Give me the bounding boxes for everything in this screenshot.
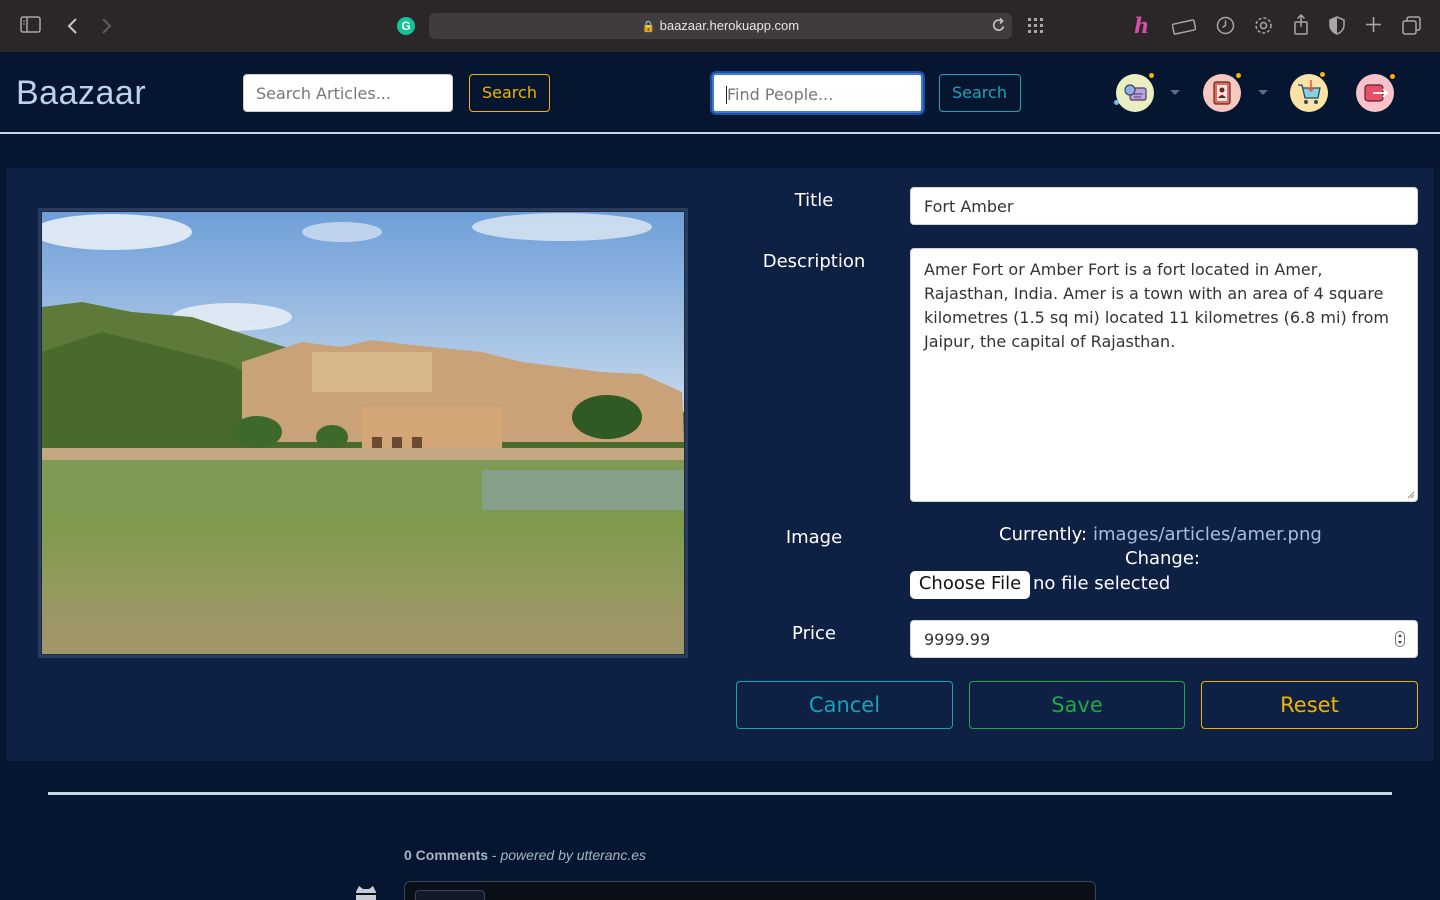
comments-header: 0 Comments - powered by utteranc.es bbox=[404, 847, 647, 863]
share-icon[interactable] bbox=[1293, 13, 1309, 39]
save-button[interactable]: Save bbox=[969, 681, 1185, 729]
reload-icon[interactable] bbox=[992, 17, 1006, 37]
comments-count: 0 Comments bbox=[404, 847, 489, 863]
apps-grid-icon[interactable] bbox=[1027, 17, 1045, 39]
shopping-cart-icon[interactable] bbox=[1290, 72, 1328, 112]
title-label: Title bbox=[794, 190, 834, 211]
people-search-button[interactable]: Search bbox=[939, 74, 1021, 112]
cancel-button[interactable]: Cancel bbox=[736, 681, 953, 729]
resize-handle-icon[interactable] bbox=[1407, 491, 1415, 499]
article-search-button[interactable]: Search bbox=[469, 74, 550, 112]
ruler-icon[interactable] bbox=[1171, 17, 1197, 39]
tab-overview-icon[interactable] bbox=[1402, 16, 1421, 39]
image-label: Image bbox=[785, 527, 843, 548]
address-book-icon[interactable] bbox=[1203, 73, 1241, 112]
price-label: Price bbox=[792, 623, 836, 644]
reset-button[interactable]: Reset bbox=[1201, 681, 1418, 729]
comment-editor[interactable] bbox=[404, 881, 1096, 900]
price-input[interactable]: 9999.99 bbox=[910, 620, 1418, 658]
url-text: baazaar.herokuapp.com bbox=[659, 18, 800, 33]
people-search-input[interactable]: Find People... bbox=[712, 73, 923, 113]
description-textarea[interactable]: Amer Fort or Amber Fort is a fort locate… bbox=[910, 248, 1418, 502]
comments-powered-by[interactable]: powered by utteranc.es bbox=[500, 847, 646, 863]
current-image-row: Currently: images/articles/amer.png bbox=[999, 524, 1322, 545]
address-bar[interactable]: 🔒 baazaar.herokuapp.com bbox=[429, 13, 1012, 39]
logout-icon[interactable] bbox=[1356, 74, 1395, 112]
change-label: Change: bbox=[1125, 548, 1200, 569]
sidebar-toggle-icon[interactable] bbox=[20, 16, 41, 37]
profile-menu-chevron-down-icon[interactable] bbox=[1170, 90, 1180, 95]
new-tab-icon[interactable] bbox=[1365, 16, 1382, 37]
price-stepper-icon[interactable] bbox=[1395, 631, 1405, 647]
brand-logo[interactable]: Baazaar bbox=[16, 74, 146, 113]
grammarly-icon[interactable]: G bbox=[397, 17, 415, 35]
history-icon[interactable] bbox=[1216, 16, 1235, 39]
write-tab[interactable] bbox=[415, 890, 485, 900]
forward-icon[interactable] bbox=[101, 17, 113, 39]
site-navbar: Baazaar Search Articles... Search Find P… bbox=[0, 52, 1440, 134]
description-text: Amer Fort or Amber Fort is a fort locate… bbox=[924, 260, 1389, 351]
no-file-selected-text: no file selected bbox=[1033, 573, 1171, 594]
github-avatar-icon bbox=[353, 884, 379, 900]
back-icon[interactable] bbox=[66, 17, 78, 39]
description-label: Description bbox=[762, 251, 866, 272]
settings-profile-icon[interactable] bbox=[1114, 73, 1154, 112]
article-search-input[interactable]: Search Articles... bbox=[243, 74, 453, 112]
current-image-link[interactable]: images/articles/amer.png bbox=[1093, 524, 1322, 545]
lock-icon: 🔒 bbox=[641, 21, 656, 33]
people-search-placeholder: Find People... bbox=[727, 85, 834, 104]
contacts-menu-chevron-down-icon[interactable] bbox=[1258, 90, 1268, 95]
article-image bbox=[42, 212, 684, 654]
choose-file-button[interactable]: Choose File bbox=[910, 571, 1030, 599]
currently-label: Currently: bbox=[999, 524, 1088, 545]
browser-toolbar: G 🔒 baazaar.herokuapp.com h bbox=[0, 0, 1440, 52]
price-value: 9999.99 bbox=[924, 630, 991, 649]
title-input[interactable]: Fort Amber bbox=[910, 187, 1418, 225]
settings-gear-icon[interactable] bbox=[1254, 16, 1273, 39]
honey-extension-icon[interactable]: h bbox=[1134, 15, 1149, 36]
section-divider bbox=[48, 792, 1392, 795]
privacy-shield-icon[interactable] bbox=[1329, 16, 1345, 39]
